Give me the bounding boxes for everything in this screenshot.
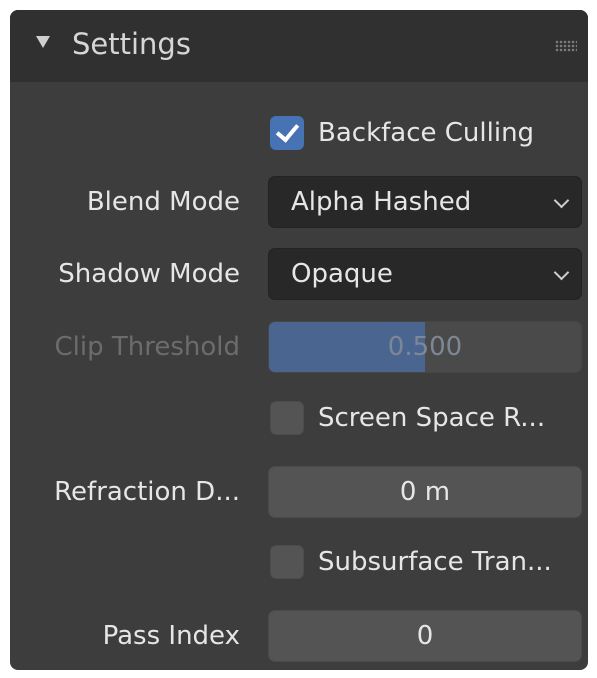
refraction-depth-label: Refraction D... <box>54 477 240 507</box>
collapse-triangle-icon[interactable] <box>36 36 50 48</box>
subsurface-translucency-check-box[interactable] <box>270 545 304 579</box>
subsurface-translucency-label: Subsurface Tran... <box>318 547 552 577</box>
chevron-down-icon <box>553 264 570 281</box>
panel-title: Settings <box>72 27 191 61</box>
blend-mode-value: Alpha Hashed <box>291 187 472 217</box>
clip-threshold-slider[interactable]: 0.500 <box>268 321 582 373</box>
backface-culling-check-box[interactable] <box>270 116 304 150</box>
drag-grip-icon[interactable] <box>555 40 577 52</box>
pass-index-value: 0 <box>416 621 434 651</box>
pass-index-label: Pass Index <box>102 621 240 651</box>
refraction-depth-field[interactable]: 0 m <box>268 466 582 518</box>
pass-index-field[interactable]: 0 <box>268 610 582 662</box>
shadow-mode-value: Opaque <box>291 259 393 289</box>
blend-mode-dropdown[interactable]: Alpha Hashed <box>268 176 582 228</box>
chevron-down-icon <box>553 192 570 209</box>
backface-culling-label: Backface Culling <box>318 118 535 148</box>
panel-header[interactable]: Settings <box>10 10 588 82</box>
screen-space-refraction-check-box[interactable] <box>270 401 304 435</box>
screen-space-refraction-label: Screen Space R... <box>318 403 546 433</box>
refraction-depth-value: 0 m <box>399 477 451 507</box>
settings-panel: Settings Backface Culling Blend Mode Alp… <box>10 10 588 670</box>
clip-threshold-value: 0.500 <box>387 332 463 362</box>
shadow-mode-dropdown[interactable]: Opaque <box>268 248 582 300</box>
shadow-mode-label: Shadow Mode <box>58 259 240 289</box>
checkmark-icon <box>275 118 300 143</box>
clip-threshold-label: Clip Threshold <box>54 332 240 362</box>
blend-mode-label: Blend Mode <box>86 187 240 217</box>
